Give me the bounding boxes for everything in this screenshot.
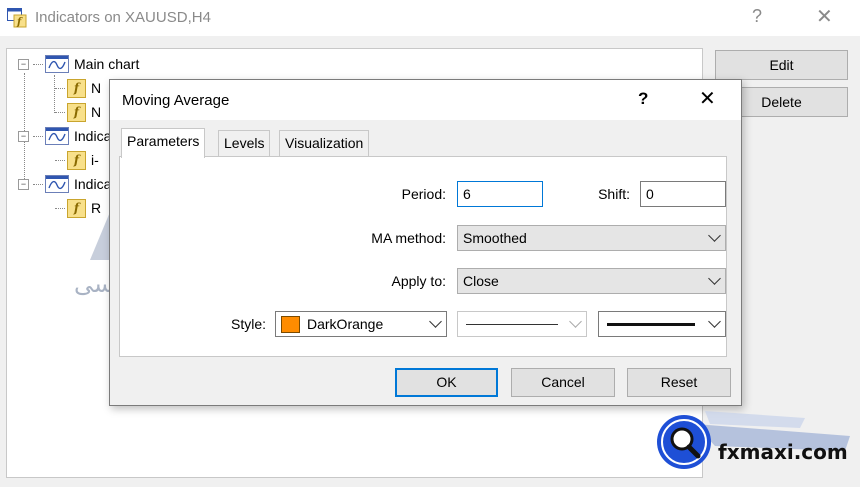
tree-item-indicator-window[interactable]: − Indica (18, 125, 111, 147)
dialog-titlebar: Moving Average ? ✕ (110, 80, 741, 120)
line-style-select[interactable] (457, 311, 587, 337)
color-swatch (281, 315, 300, 333)
chevron-down-icon (708, 315, 721, 328)
tree-item-main-chart[interactable]: − Main chart (18, 53, 139, 75)
shift-input[interactable]: 0 (640, 181, 726, 207)
chevron-down-icon (708, 272, 721, 285)
window-titlebar: f Indicators on XAUUSD,H4 ? ✕ (0, 0, 860, 36)
line-style-sample (466, 324, 558, 325)
dialog-close-icon[interactable]: ✕ (699, 86, 716, 111)
function-icon: f (67, 102, 86, 122)
collapse-icon[interactable]: − (18, 178, 29, 190)
tree-item-indicator[interactable]: f R (55, 197, 101, 219)
tree-item-label: R (91, 200, 102, 216)
indicators-app-icon: f (7, 8, 27, 28)
cancel-button[interactable]: Cancel (511, 368, 615, 397)
ok-button[interactable]: OK (395, 368, 498, 397)
chart-window-icon (45, 127, 69, 145)
chevron-down-icon (429, 315, 442, 328)
edit-button[interactable]: Edit (715, 50, 848, 80)
collapse-icon[interactable]: − (18, 130, 29, 142)
tab-levels[interactable]: Levels (218, 130, 271, 156)
collapse-icon[interactable]: − (18, 58, 29, 70)
apply-to-value: Close (463, 273, 499, 289)
ma-method-select[interactable]: Smoothed (457, 225, 726, 251)
apply-to-label: Apply to: (391, 273, 446, 289)
dialog-title: Moving Average (122, 92, 230, 109)
parameters-panel: Period: 6 Shift: 0 MA method: Smoothed A… (119, 156, 727, 357)
chart-window-icon (45, 175, 69, 193)
tree-item-indicator-window[interactable]: − Indica (18, 173, 111, 195)
tree-item-label: Indica (74, 176, 112, 192)
chevron-down-icon (569, 315, 582, 328)
tree-item-label: N (91, 104, 102, 120)
period-label: Period: (401, 186, 446, 202)
custom-indicator-icon: f (67, 198, 86, 218)
logo-text: fxmaxi.com (718, 440, 848, 464)
tree-item-indicator[interactable]: f N (55, 101, 101, 123)
tree-dots (55, 207, 65, 209)
chart-window-icon (45, 55, 69, 73)
reset-button[interactable]: Reset (627, 368, 731, 397)
color-select[interactable]: DarkOrange (275, 311, 447, 337)
help-button[interactable]: ? (752, 6, 762, 27)
tree-item-indicator[interactable]: f i- (55, 149, 99, 171)
tab-parameters[interactable]: Parameters (121, 128, 206, 158)
ma-method-label: MA method: (371, 230, 446, 246)
tree-dots (55, 159, 65, 161)
moving-average-dialog: Moving Average ? ✕ Parameters Levels Vis… (109, 79, 742, 406)
tree-dots (33, 63, 43, 65)
tree-item-indicator[interactable]: f N (55, 77, 101, 99)
close-icon[interactable]: ✕ (816, 4, 833, 29)
tree-dots (55, 111, 65, 113)
apply-to-select[interactable]: Close (457, 268, 726, 294)
custom-indicator-icon: f (67, 150, 86, 170)
tree-item-label: Main chart (74, 56, 140, 72)
tree-item-label: N (91, 80, 102, 96)
tree-item-label: i- (91, 152, 99, 168)
line-width-sample (607, 323, 695, 326)
line-width-select[interactable] (598, 311, 726, 337)
ma-method-value: Smoothed (463, 230, 527, 246)
chevron-down-icon (708, 229, 721, 242)
style-label: Style: (230, 316, 266, 332)
function-icon: f (67, 78, 86, 98)
color-name: DarkOrange (307, 316, 384, 332)
dialog-help-button[interactable]: ? (638, 89, 648, 109)
tree-dots (55, 87, 65, 89)
tab-visualization[interactable]: Visualization (279, 130, 370, 156)
shift-label: Shift: (598, 186, 630, 202)
period-input[interactable]: 6 (457, 181, 543, 207)
window-title: Indicators on XAUUSD,H4 (35, 9, 211, 26)
tree-dots (33, 135, 43, 137)
tree-dots (33, 183, 43, 185)
tree-item-label: Indica (74, 128, 112, 144)
